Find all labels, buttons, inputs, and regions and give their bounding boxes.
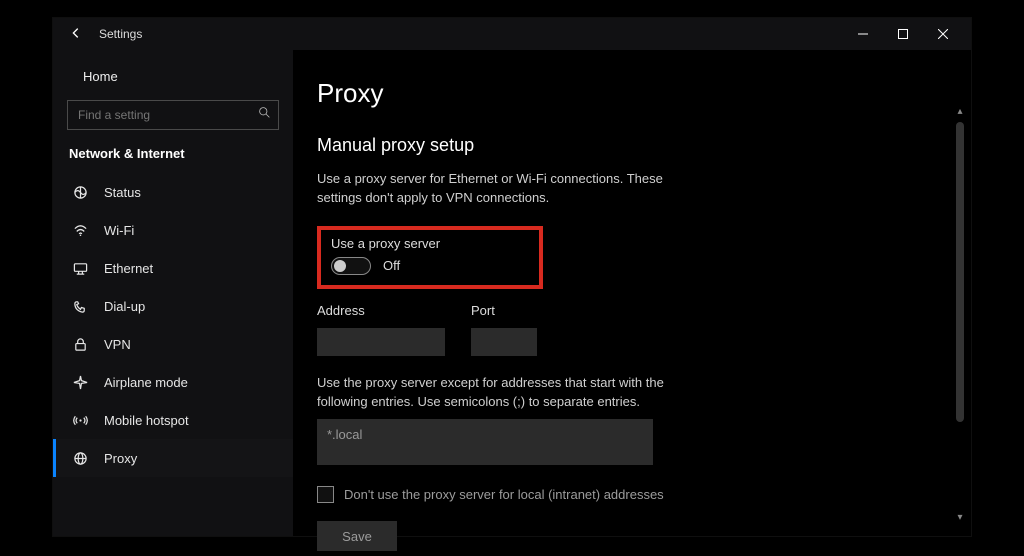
local-bypass-label: Don't use the proxy server for local (in… [344,487,664,502]
sidebar-item-label: VPN [104,337,131,352]
status-icon [72,185,88,200]
port-label: Port [471,303,537,318]
sidebar-item-wifi[interactable]: Wi-Fi [53,211,293,249]
sidebar-item-label: Dial-up [104,299,145,314]
maximize-button[interactable] [883,18,923,50]
sidebar-nav: Status Wi-Fi Ethernet Dial-up VPN [53,173,293,477]
sidebar-item-proxy[interactable]: Proxy [53,439,293,477]
sidebar-item-label: Ethernet [104,261,153,276]
proxy-toggle-highlight: Use a proxy server Off [317,226,543,289]
search-icon [258,106,271,122]
scrollbar[interactable]: ▴ ▾ [953,104,967,524]
close-button[interactable] [923,18,963,50]
scroll-up-icon[interactable]: ▴ [953,104,967,118]
sidebar-item-dialup[interactable]: Dial-up [53,287,293,325]
page-title: Proxy [317,78,931,109]
sidebar-section-title: Network & Internet [53,142,293,173]
proxy-icon [72,451,88,466]
scroll-down-icon[interactable]: ▾ [953,510,967,524]
sidebar-item-ethernet[interactable]: Ethernet [53,249,293,287]
local-bypass-checkbox[interactable] [317,486,334,503]
hotspot-icon [72,413,88,428]
wifi-icon [72,223,88,238]
sidebar-item-hotspot[interactable]: Mobile hotspot [53,401,293,439]
sidebar: Home Network & Internet Status Wi-Fi [53,50,293,536]
sidebar-item-airplane[interactable]: Airplane mode [53,363,293,401]
exceptions-label: Use the proxy server except for addresse… [317,374,697,412]
use-proxy-toggle[interactable] [331,257,371,275]
vpn-icon [72,337,88,352]
settings-window: Settings Home Network & Internet [53,18,971,536]
sidebar-item-vpn[interactable]: VPN [53,325,293,363]
toggle-label: Use a proxy server [331,236,529,251]
window-title: Settings [99,27,142,41]
address-label: Address [317,303,445,318]
content-area: Proxy Manual proxy setup Use a proxy ser… [293,50,971,536]
sidebar-item-label: Status [104,185,141,200]
sidebar-item-label: Mobile hotspot [104,413,189,428]
toggle-state: Off [383,258,400,273]
search-wrap [53,94,293,142]
sidebar-item-label: Proxy [104,451,137,466]
airplane-icon [72,375,88,390]
exceptions-input[interactable] [317,419,653,465]
titlebar: Settings [53,18,971,50]
search-input[interactable] [67,100,279,130]
minimize-button[interactable] [843,18,883,50]
sidebar-item-status[interactable]: Status [53,173,293,211]
sidebar-item-label: Wi-Fi [104,223,134,238]
dialup-icon [72,299,88,314]
address-input[interactable] [317,328,445,356]
sidebar-home[interactable]: Home [53,58,293,94]
back-button[interactable] [67,26,85,43]
window-controls [843,18,963,50]
section-title: Manual proxy setup [317,135,931,156]
sidebar-item-label: Airplane mode [104,375,188,390]
port-input[interactable] [471,328,537,356]
section-description: Use a proxy server for Ethernet or Wi-Fi… [317,170,677,208]
scroll-thumb[interactable] [956,122,964,422]
ethernet-icon [72,261,88,276]
save-button[interactable]: Save [317,521,397,551]
sidebar-home-label: Home [83,69,118,84]
